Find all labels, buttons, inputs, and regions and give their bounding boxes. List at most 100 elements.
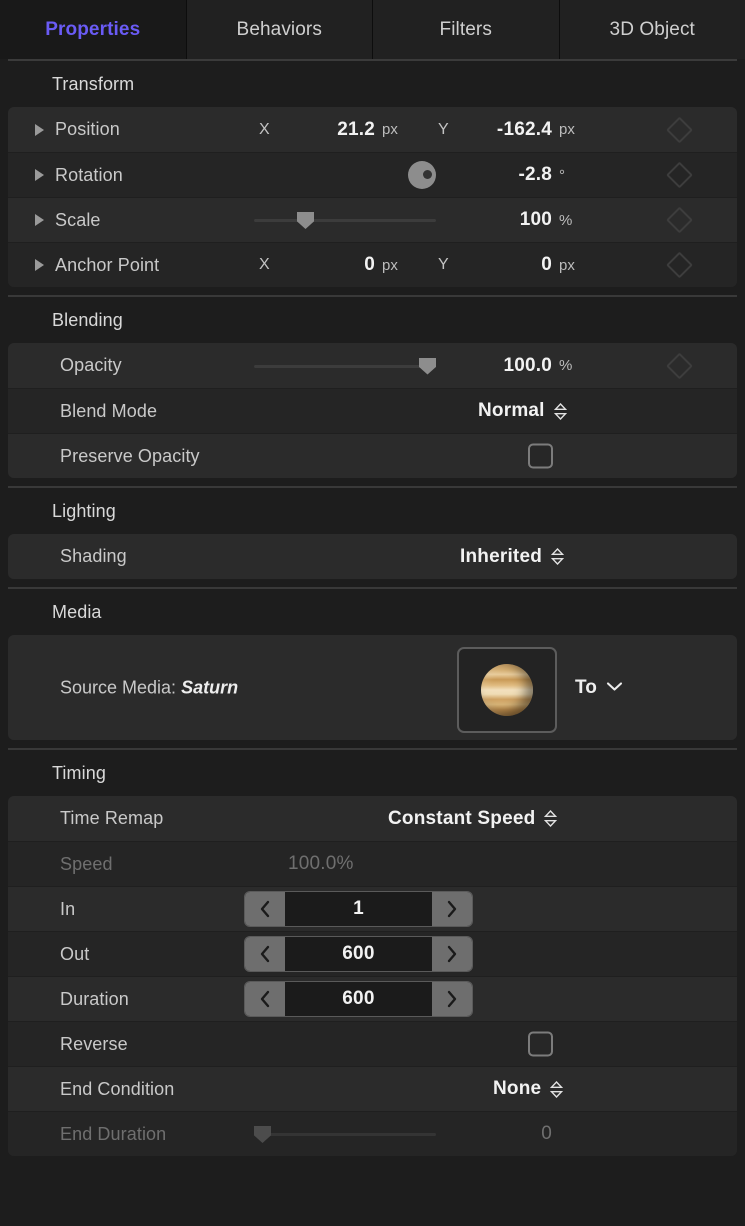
shading-value: Inherited <box>460 545 543 567</box>
source-media-thumbnail[interactable] <box>457 647 557 733</box>
tab-filters[interactable]: Filters <box>373 0 560 59</box>
opacity-value[interactable]: 100.0 <box>456 355 552 377</box>
row-end-condition[interactable]: End Condition None <box>8 1066 737 1111</box>
row-anchor-point[interactable]: Anchor Point X 0 px Y 0 px <box>8 242 737 287</box>
anchor-x-unit: px <box>382 256 398 274</box>
transform-rows: Position X 21.2 px Y -162.4 px Rotation … <box>8 107 737 287</box>
anchor-y-unit: px <box>559 256 575 274</box>
out-stepper[interactable]: 600 <box>244 936 473 972</box>
row-label-opacity: Opacity <box>60 355 122 375</box>
disclosure-triangle-icon[interactable] <box>35 259 44 271</box>
row-source-media: Source Media: Saturn To <box>8 635 737 740</box>
opacity-unit: % <box>559 357 573 374</box>
row-label-preserve-opacity: Preserve Opacity <box>60 445 200 466</box>
shading-popup[interactable]: Inherited <box>460 545 565 568</box>
opacity-slider-knob[interactable] <box>419 357 436 375</box>
tab-properties[interactable]: Properties <box>0 0 187 59</box>
source-media-name: Saturn <box>181 677 239 697</box>
scale-slider[interactable] <box>254 210 436 230</box>
disclosure-triangle-icon[interactable] <box>35 169 44 181</box>
row-preserve-opacity[interactable]: Preserve Opacity <box>8 433 737 478</box>
end-condition-value: None <box>493 1078 542 1099</box>
out-value[interactable]: 600 <box>285 943 432 965</box>
row-label-position: Position <box>55 119 120 139</box>
out-increment-button[interactable] <box>432 937 472 971</box>
duration-stepper[interactable]: 600 <box>244 981 473 1017</box>
row-in[interactable]: In 1 <box>8 886 737 931</box>
keyframe-diamond-icon[interactable] <box>666 352 693 379</box>
out-decrement-button[interactable] <box>245 937 285 971</box>
speed-value: 100.0% <box>288 853 354 874</box>
disclosure-triangle-icon[interactable] <box>35 123 44 136</box>
scale-slider-knob[interactable] <box>297 212 314 229</box>
row-label-duration: Duration <box>60 988 129 1009</box>
duration-value[interactable]: 600 <box>285 988 432 1010</box>
scale-value[interactable]: 100 <box>466 209 552 231</box>
anchor-x-value[interactable]: 0 <box>300 254 375 276</box>
up-down-chevron-icon <box>553 402 567 420</box>
position-y-axis-label: Y <box>438 120 449 138</box>
row-time-remap[interactable]: Time Remap Constant Speed <box>8 796 737 841</box>
row-blend-mode[interactable]: Blend Mode Normal <box>8 388 737 433</box>
keyframe-diamond-icon[interactable] <box>666 206 693 234</box>
duration-increment-button[interactable] <box>432 982 472 1016</box>
in-increment-button[interactable] <box>432 892 472 926</box>
preserve-opacity-checkbox[interactable] <box>528 443 553 469</box>
keyframe-diamond-icon[interactable] <box>666 251 693 279</box>
row-label-end-duration: End Duration <box>60 1123 167 1144</box>
keyframe-diamond-icon[interactable] <box>666 161 693 189</box>
lighting-rows: Shading Inherited <box>8 534 737 579</box>
inspector-tab-bar: Properties Behaviors Filters 3D Object <box>0 0 745 59</box>
anchor-x-axis-label: X <box>259 256 270 273</box>
opacity-slider[interactable] <box>254 356 436 376</box>
position-x-unit: px <box>382 121 398 138</box>
tab-behaviors[interactable]: Behaviors <box>186 0 373 59</box>
in-value[interactable]: 1 <box>285 898 432 920</box>
row-label-end-condition: End Condition <box>60 1078 175 1099</box>
row-label-out: Out <box>60 943 90 964</box>
in-stepper[interactable]: 1 <box>244 891 473 927</box>
tab-3d-object[interactable]: 3D Object <box>559 0 745 59</box>
row-out[interactable]: Out 600 <box>8 931 737 976</box>
row-label-shading: Shading <box>60 546 127 566</box>
row-position[interactable]: Position X 21.2 px Y -162.4 px <box>8 107 737 152</box>
end-condition-popup[interactable]: None <box>493 1078 564 1100</box>
position-x-value[interactable]: 21.2 <box>300 119 375 141</box>
media-to-dropdown[interactable]: To <box>575 677 623 699</box>
row-opacity[interactable]: Opacity 100.0 % <box>8 343 737 388</box>
duration-decrement-button[interactable] <box>245 982 285 1016</box>
in-decrement-button[interactable] <box>245 892 285 926</box>
row-end-duration: End Duration 0 <box>8 1111 737 1156</box>
timing-rows: Time Remap Constant Speed Speed 100.0% I… <box>8 796 737 1156</box>
section-title-blending: Blending <box>0 297 745 343</box>
row-rotation[interactable]: Rotation -2.8 ° <box>8 152 737 197</box>
section-title-timing: Timing <box>0 750 745 796</box>
time-remap-popup[interactable]: Constant Speed <box>388 808 558 830</box>
media-rows: Source Media: Saturn To <box>8 635 737 740</box>
reverse-checkbox[interactable] <box>528 1031 553 1057</box>
blend-mode-popup[interactable]: Normal <box>478 400 567 422</box>
row-label-anchor-point: Anchor Point <box>55 254 160 275</box>
row-reverse[interactable]: Reverse <box>8 1021 737 1066</box>
anchor-y-value[interactable]: 0 <box>466 254 552 276</box>
rotation-value[interactable]: -2.8 <box>466 164 552 186</box>
position-y-unit: px <box>559 121 575 138</box>
scale-slider-track <box>254 219 436 222</box>
rotation-dial[interactable] <box>408 161 436 189</box>
disclosure-triangle-icon[interactable] <box>35 214 44 226</box>
planet-saturn-icon <box>481 664 533 716</box>
position-y-value[interactable]: -162.4 <box>466 119 552 141</box>
rotation-dial-indicator <box>423 170 432 179</box>
row-duration[interactable]: Duration 600 <box>8 976 737 1021</box>
row-scale[interactable]: Scale 100 % <box>8 197 737 242</box>
tab-behaviors-label: Behaviors <box>236 18 322 40</box>
section-timing: Timing Time Remap Constant Speed Speed 1… <box>0 750 745 1156</box>
row-shading[interactable]: Shading Inherited <box>8 534 737 579</box>
section-title-media: Media <box>0 589 745 635</box>
keyframe-diamond-icon[interactable] <box>666 116 693 143</box>
scale-unit: % <box>559 211 573 229</box>
up-down-chevron-icon <box>544 810 558 827</box>
row-label-blend-mode: Blend Mode <box>60 400 158 421</box>
properties-inspector-panel: Properties Behaviors Filters 3D Object T… <box>0 0 745 1226</box>
position-x-axis-label: X <box>259 120 270 138</box>
